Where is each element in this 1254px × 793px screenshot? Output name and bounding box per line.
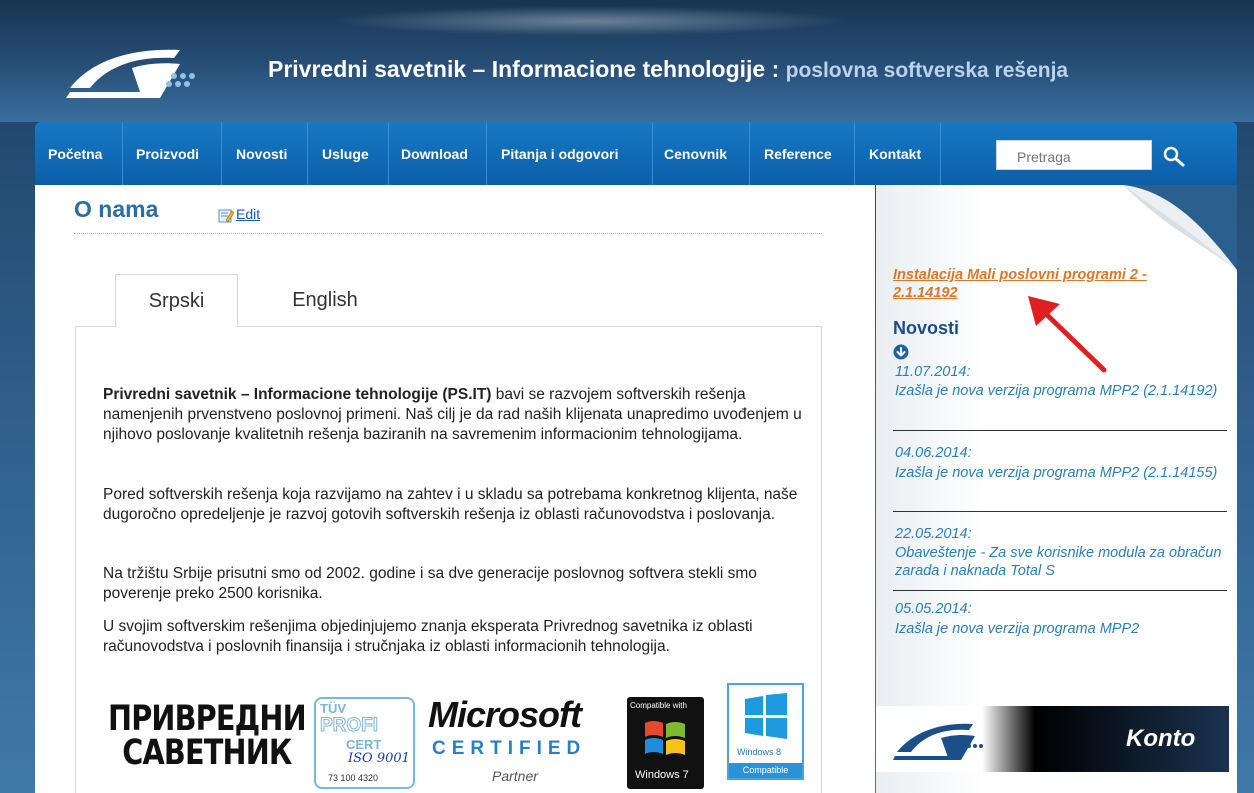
paragraph-market: Na tržištu Srbije prisutni smo od 2002. …	[103, 565, 757, 602]
paragraph-solutions: Pored softverskih rešenja koja razvijamo…	[103, 486, 798, 523]
site-title-separator: :	[765, 56, 786, 82]
arrow-down-circle-icon[interactable]	[893, 344, 909, 360]
pv-logo-line2: САВЕТНИК	[122, 733, 292, 773]
tuv-iso-label: ISO 9001	[348, 751, 410, 766]
page-curl-decoration	[1123, 185, 1237, 270]
intro-company-name: Privredni savetnik – Informacione tehnol…	[103, 386, 492, 403]
tuv-profi-cert-logo: TÜV PROFI CERT ISO 9001 73 100 4320	[314, 697, 415, 789]
nav-item-kontakt[interactable]: Kontakt	[869, 146, 921, 162]
windows-flag-icon	[645, 721, 685, 755]
news-divider	[893, 511, 1227, 512]
news-heading: Novosti	[893, 318, 960, 338]
nav-separator	[122, 122, 123, 185]
edit-link[interactable]: Edit	[236, 206, 260, 222]
site-title: Privredni savetnik – Informacione tehnol…	[268, 56, 1068, 83]
edit-icon[interactable]	[218, 208, 234, 223]
nav-separator	[940, 122, 941, 185]
nav-separator	[652, 122, 653, 185]
konto-label: Konto	[1126, 725, 1196, 752]
windows8-icon	[745, 693, 787, 739]
nav-item-proizvodi[interactable]: Proizvodi	[136, 146, 199, 162]
ms-certified: CERTIFIED	[432, 738, 587, 759]
news-divider	[893, 430, 1227, 431]
tuv-number: 73 100 4320	[328, 773, 379, 783]
windows8-compatible-logo: Windows 8 Compatible	[727, 683, 804, 780]
nav-item-reference[interactable]: Reference	[764, 146, 832, 162]
ps-konto-logo	[893, 723, 983, 760]
nav-item-cenovnik[interactable]: Cenovnik	[664, 146, 727, 162]
news-date: 22.05.2014:	[895, 526, 972, 542]
pv-logo-line1: ПРИВРЕДНИ	[108, 699, 307, 739]
news-item-text[interactable]: Izašla je nova verzija programa MPP2	[895, 620, 1225, 638]
ms-partner: Partner	[492, 768, 538, 784]
site-title-main: Privredni savetnik – Informacione tehnol…	[268, 56, 766, 82]
win7-name: Windows 7	[635, 769, 689, 781]
red-arrow-annotation	[1028, 296, 1107, 373]
nav-separator	[388, 122, 389, 185]
news-item-text[interactable]: Obaveštenje - Za sve korisnike modula za…	[895, 544, 1225, 580]
win8-name: Windows 8	[737, 747, 782, 757]
nav-separator	[307, 122, 308, 185]
news-divider	[893, 590, 1227, 591]
paragraph-expertise: U svojim softverskim rešenjima objedinju…	[103, 618, 753, 655]
nav-item-pitanja[interactable]: Pitanja i odgovori	[501, 146, 618, 162]
tuv-cert-label: CERT	[346, 737, 382, 752]
tuv-profi-label: PROFI	[319, 715, 379, 737]
news-date: 04.06.2014:	[895, 445, 972, 461]
news-date: 11.07.2014:	[895, 364, 971, 378]
nav-item-usluge[interactable]: Usluge	[322, 146, 369, 162]
nav-separator	[749, 122, 750, 185]
tab-english[interactable]: English	[255, 274, 395, 327]
news-date: 05.05.2014:	[895, 601, 972, 617]
site-subtitle: poslovna softverska rešenja	[785, 59, 1069, 82]
title-divider	[74, 233, 822, 234]
win7-compatible-label: Compatible with	[630, 701, 687, 710]
microsoft-certified-partner-logo: Microsoft CERTIFIED Partner	[428, 694, 618, 789]
news-item-text[interactable]: Izašla je nova verzija programa MPP2 (2.…	[895, 382, 1225, 400]
ms-name: Microsoft	[428, 694, 582, 735]
nav-item-download[interactable]: Download	[401, 146, 468, 162]
header-highlight	[330, 6, 850, 36]
search-icon[interactable]	[1160, 143, 1188, 171]
ps-logo[interactable]	[62, 40, 212, 100]
windows7-compatible-logo: Compatible with Windows 7	[627, 697, 704, 789]
paragraph-intro: Privredni savetnik – Informacione tehnol…	[103, 385, 803, 445]
nav-separator	[854, 122, 855, 185]
search-input[interactable]	[996, 140, 1152, 170]
page-title: O nama	[74, 196, 159, 222]
nav-item-novosti[interactable]: Novosti	[236, 146, 287, 162]
nav-item-pocetna[interactable]: Početna	[48, 146, 102, 162]
news-item-text[interactable]: Izašla je nova verzija programa MPP2 (2.…	[895, 464, 1225, 482]
privredni-savetnik-logo: ПРИВРЕДНИ САВЕТНИК	[108, 699, 307, 773]
win8-compatible-label: Compatible	[729, 763, 802, 778]
tuv-label: TÜV	[320, 701, 346, 716]
nav-separator	[486, 122, 487, 185]
nav-separator	[221, 122, 222, 185]
tab-srpski[interactable]: Srpski	[115, 274, 238, 327]
